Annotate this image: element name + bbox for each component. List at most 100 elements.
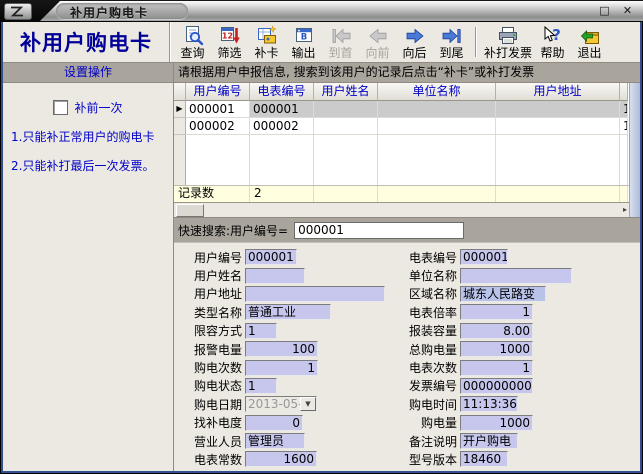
meter-id-field[interactable]: 000001 xyxy=(460,249,508,265)
svg-text:12: 12 xyxy=(221,31,232,40)
grid-cell[interactable] xyxy=(378,118,496,135)
user-id-field[interactable]: 000001 xyxy=(245,249,297,265)
grid-row[interactable]: 000002000002 1 xyxy=(174,118,629,135)
exit-door-icon xyxy=(579,25,601,47)
form-row: 用户姓名 xyxy=(184,266,385,284)
panel-note: 2.只能补打最后一次发票。 xyxy=(3,159,173,188)
purchase-count-field[interactable]: 1 xyxy=(245,360,318,376)
settings-panel-title: 设置操作 xyxy=(3,63,173,83)
purchase-status-field[interactable]: 1 xyxy=(245,378,277,394)
search-doc-icon xyxy=(182,25,204,47)
type-name-field[interactable]: 普通工业 xyxy=(245,304,331,320)
scrollbar-thumb[interactable] xyxy=(176,204,204,217)
meter-count-field[interactable]: 1 xyxy=(460,360,533,376)
help-button[interactable]: ?帮助 xyxy=(534,23,571,61)
card-icon xyxy=(256,25,278,47)
grid-cell[interactable]: 1 xyxy=(620,118,628,135)
grid-cell[interactable]: 000001 xyxy=(186,101,250,118)
toolbar-button-label: 补打发票 xyxy=(484,47,532,60)
grid-cell[interactable] xyxy=(314,101,378,118)
adjustment-energy-label: 找补电度 xyxy=(184,414,242,431)
replenish-card-button[interactable]: 补卡 xyxy=(248,23,285,61)
user-name-field[interactable] xyxy=(245,268,305,284)
grid-cell[interactable] xyxy=(496,118,620,135)
meter-count-label: 电表次数 xyxy=(402,359,457,376)
toolbar-separator xyxy=(475,27,477,57)
adjustment-energy-field[interactable]: 0 xyxy=(245,415,303,431)
grid-cell[interactable] xyxy=(314,118,378,135)
output-button[interactable]: B输出 xyxy=(285,23,322,61)
alarm-energy-field[interactable]: 100 xyxy=(245,341,318,357)
installed-capacity-field[interactable]: 8.00 xyxy=(460,323,533,339)
query-button[interactable]: 查询 xyxy=(174,23,211,61)
column-header[interactable]: 单位名称 xyxy=(378,83,496,101)
grid-body: 用户编号电表编号用户姓名单位名称用户地址▶0000010000011000002… xyxy=(174,83,629,217)
filter-button[interactable]: 12筛选 xyxy=(211,23,248,61)
grid-row[interactable]: ▶0000010000011 xyxy=(174,101,629,118)
app-window: 补用户购电卡 □ ✕ 补用户购电卡 查询12筛选补卡B输出到首向前向后到尾补打发… xyxy=(0,0,643,474)
form-row: 报警电量100 xyxy=(184,340,385,358)
grid-filler-cell xyxy=(186,135,250,185)
vertical-scrollbar[interactable] xyxy=(629,83,640,217)
reprint-invoice-button[interactable]: 补打发票 xyxy=(482,23,534,61)
quick-search-input[interactable] xyxy=(294,222,464,239)
horizontal-scrollbar[interactable]: ▸ xyxy=(174,202,629,217)
top-bar: 补用户购电卡 查询12筛选补卡B输出到首向前向后到尾补打发票?帮助退出 xyxy=(3,22,640,63)
form-row: 用户编号000001 xyxy=(184,248,385,266)
window-body: 补用户购电卡 查询12筛选补卡B输出到首向前向后到尾补打发票?帮助退出 设置操作… xyxy=(1,22,642,473)
patch-previous-label: 补前一次 xyxy=(74,99,122,116)
grid-cell[interactable] xyxy=(496,101,620,118)
go-last-button[interactable]: 到尾 xyxy=(433,23,470,61)
purchase-time-field[interactable]: 11:13:36 xyxy=(460,396,518,412)
grid-cell[interactable]: 1 xyxy=(620,101,628,118)
column-header[interactable]: 用户姓名 xyxy=(314,83,378,101)
invoice-number-label: 发票编号 xyxy=(402,377,457,394)
maximize-button[interactable]: □ xyxy=(597,3,612,18)
capacity-limit-mode-label: 限容方式 xyxy=(184,322,242,339)
area-name-field[interactable]: 城东人民路变 xyxy=(460,286,546,302)
operator-field[interactable]: 管理员 xyxy=(245,433,305,449)
purchase-energy-label: 购电量 xyxy=(402,414,457,431)
arrow-last-icon xyxy=(441,25,463,47)
form-row: 电表倍率1 xyxy=(402,303,572,321)
patch-previous-checkbox[interactable] xyxy=(53,100,68,115)
close-button[interactable]: ✕ xyxy=(620,3,635,18)
toolbar-button-label: 到首 xyxy=(328,47,352,60)
column-header-partial xyxy=(620,83,628,101)
grid-cell[interactable]: 000001 xyxy=(250,101,314,118)
svg-text:B: B xyxy=(300,32,306,42)
column-header[interactable]: 用户地址 xyxy=(496,83,620,101)
form-row: 购电日期2013-05-25▼ xyxy=(184,395,385,413)
go-next-button[interactable]: 向后 xyxy=(396,23,433,61)
form-row: 电表次数1 xyxy=(402,358,572,376)
form-row: 区域名称城东人民路变 xyxy=(402,285,572,303)
user-address-field[interactable] xyxy=(245,286,385,302)
model-version-field[interactable]: 18460 xyxy=(460,451,508,467)
record-count-label: 记录数 xyxy=(174,186,250,202)
meter-constant-label: 电表常数 xyxy=(184,451,242,468)
toolbar-button-label: 到尾 xyxy=(439,47,463,60)
toolbar-button-label: 帮助 xyxy=(541,47,565,60)
grid-cell[interactable]: 000002 xyxy=(186,118,250,135)
purchase-energy-field[interactable]: 1000 xyxy=(460,415,533,431)
purchase-date-dropdown-button[interactable]: ▼ xyxy=(300,397,316,411)
unit-name-field[interactable] xyxy=(460,268,572,284)
exit-button[interactable]: 退出 xyxy=(571,23,608,61)
form-row: 备注说明开户购电 xyxy=(402,432,572,450)
grid-indicator-header xyxy=(174,83,186,101)
grid-cell[interactable]: 000002 xyxy=(250,118,314,135)
meter-ratio-field[interactable]: 1 xyxy=(460,304,533,320)
purchase-date-field[interactable]: 2013-05-25▼ xyxy=(245,396,317,412)
capacity-limit-mode-field[interactable]: 1 xyxy=(245,323,277,339)
meter-constant-field[interactable]: 1600 xyxy=(245,451,317,467)
invoice-number-field[interactable]: 0000000001 xyxy=(460,378,533,394)
grid-cell[interactable] xyxy=(378,101,496,118)
form-row: 用户地址 xyxy=(184,285,385,303)
total-purchased-energy-field[interactable]: 1000 xyxy=(460,341,533,357)
total-purchased-energy-label: 总购电量 xyxy=(402,341,457,358)
remark-field[interactable]: 开户购电 xyxy=(460,433,518,449)
column-header[interactable]: 用户编号 xyxy=(186,83,250,101)
column-header[interactable]: 电表编号 xyxy=(250,83,314,101)
scroll-right-arrow-icon[interactable]: ▸ xyxy=(623,204,627,216)
app-logo-icon xyxy=(4,3,32,20)
